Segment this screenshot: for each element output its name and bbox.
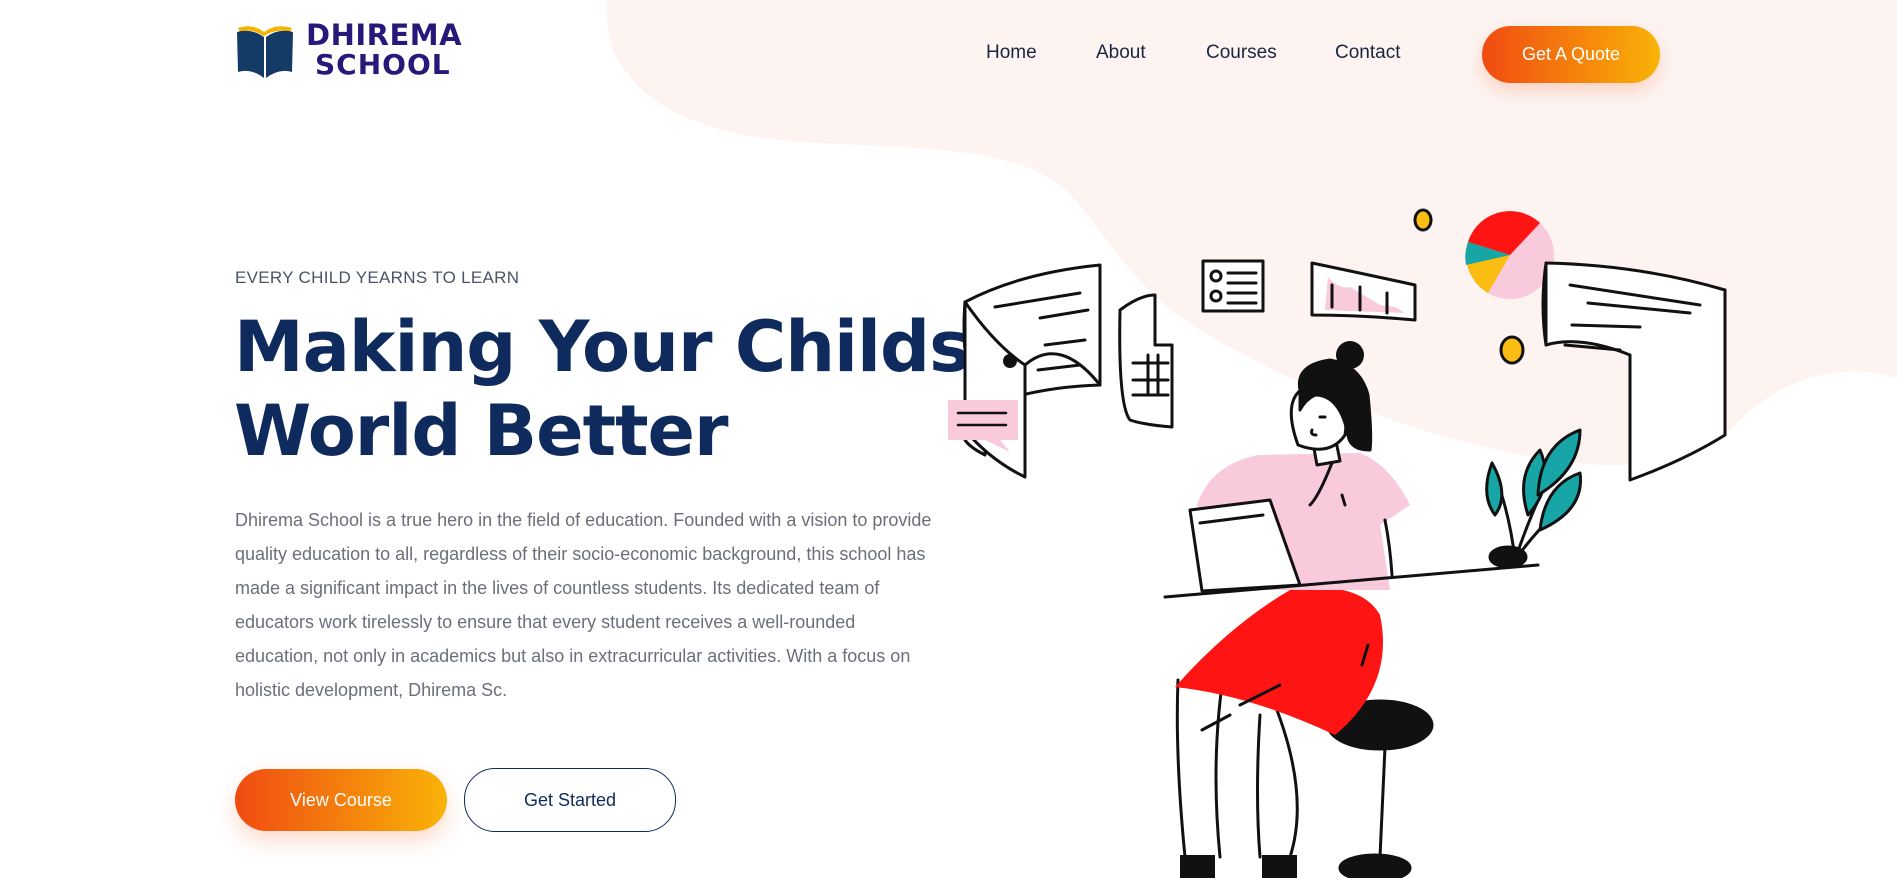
logo-line2: SCHOOL (315, 48, 451, 81)
view-course-button[interactable]: View Course (235, 769, 447, 831)
pie-chart (1465, 211, 1554, 299)
hero-eyebrow: EVERY CHILD YEARNS TO LEARN (235, 268, 520, 287)
hero-title: Making Your Childs World Better (234, 305, 994, 473)
id-card (1201, 259, 1265, 313)
woman-figure (1163, 341, 1540, 878)
left-screen-panel (961, 263, 1102, 479)
nav-courses-link[interactable]: Courses (1206, 42, 1277, 64)
get-started-button[interactable]: Get Started (464, 768, 676, 832)
book-logo-icon (237, 26, 293, 78)
small-screen-panel (1118, 293, 1174, 429)
nav-contact-link[interactable]: Contact (1335, 42, 1400, 64)
chart-card (1310, 261, 1417, 322)
get-a-quote-button[interactable]: Get A Quote (1482, 26, 1660, 83)
hero-title-line2: World Better (234, 390, 729, 472)
logo-text: DHIREMA SCHOOL (306, 20, 462, 80)
nav-about-link[interactable]: About (1096, 42, 1146, 64)
hero-title-line1: Making Your Childs (234, 306, 971, 388)
logo[interactable]: DHIREMA SCHOOL (234, 20, 462, 80)
woman-working-on-laptop-illustration (948, 208, 1727, 878)
potted-plant (1485, 428, 1582, 569)
nav-home-link[interactable]: Home (986, 42, 1037, 64)
logo-line1: DHIREMA (306, 18, 463, 52)
hero-description: Dhirema School is a true hero in the fie… (235, 510, 932, 700)
